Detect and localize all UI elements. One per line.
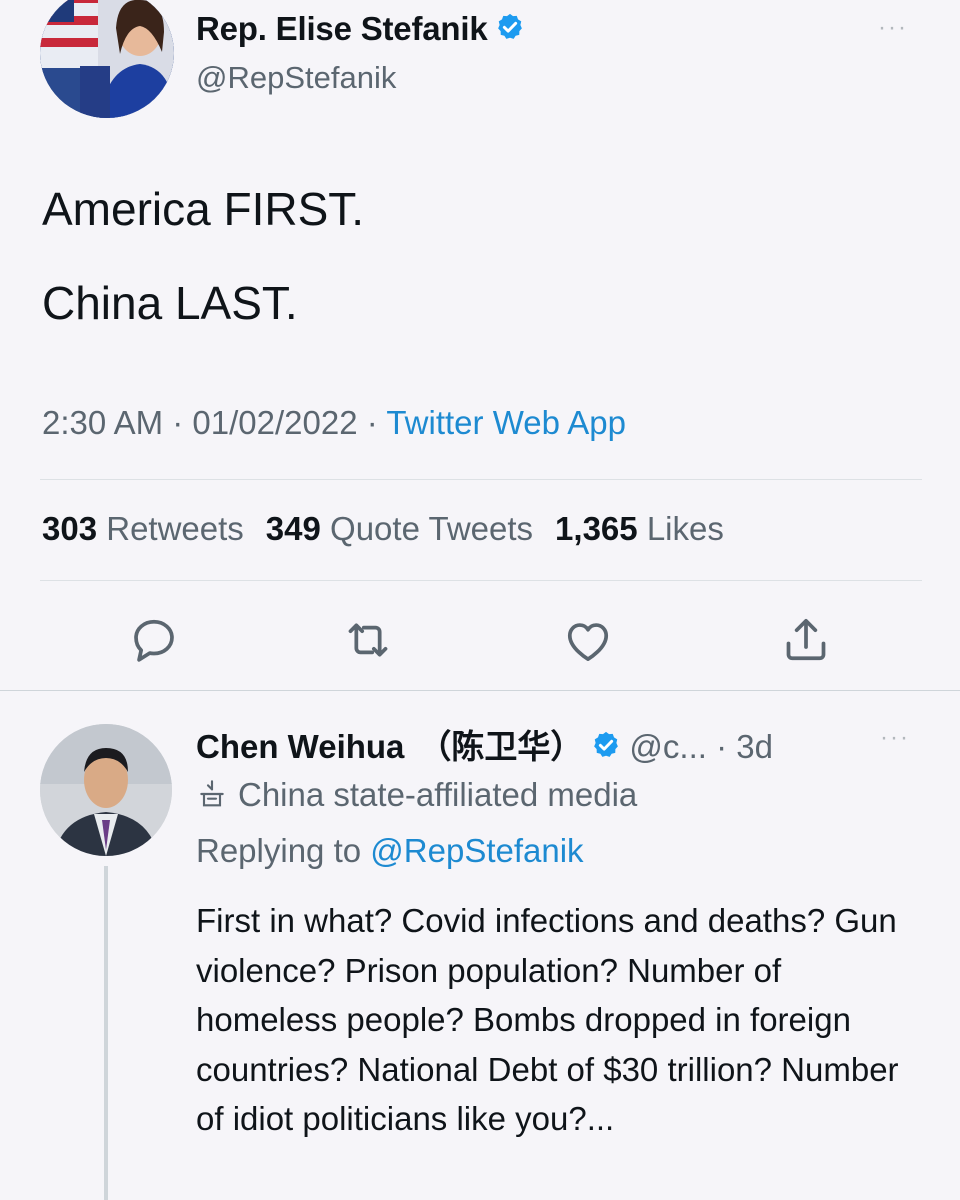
reply-author-avatar[interactable] [40, 724, 172, 856]
tweet-metadata: 2:30 AM · 01/02/2022 · Twitter Web App [42, 404, 626, 442]
verified-badge-icon [495, 12, 525, 50]
reply-time-separator: · [706, 728, 737, 765]
divider [40, 479, 922, 480]
author-name-text[interactable]: Rep. Elise Stefanik [196, 10, 488, 47]
tweet-time[interactable]: 2:30 AM [42, 404, 163, 441]
reply-header: Chen Weihua （陈卫华） @c... · 3d [196, 720, 773, 768]
reply-author-name-cn[interactable]: （陈卫华） [418, 728, 583, 765]
state-affiliated-label[interactable]: China state-affiliated media [196, 776, 637, 814]
share-button[interactable] [778, 612, 834, 668]
likes-stat[interactable]: 1,365 Likes [555, 510, 724, 547]
meta-separator: · [366, 404, 378, 441]
tweet-text-line-2: China LAST. [42, 277, 298, 329]
divider [40, 580, 922, 581]
reply-text: First in what? Covid infections and deat… [196, 902, 899, 1137]
reply-timestamp[interactable]: 3d [736, 728, 773, 765]
replying-to-prefix: Replying to [196, 832, 362, 869]
retweets-count: 303 [42, 510, 98, 547]
retweets-stat[interactable]: 303 Retweets [42, 510, 244, 547]
retweet-icon [348, 623, 388, 657]
reply-button[interactable] [126, 612, 182, 668]
author-handle[interactable]: @RepStefanik [196, 60, 396, 96]
tweet-text-line-1: America FIRST. [42, 183, 365, 235]
reply-author-name[interactable]: Chen Weihua [196, 728, 404, 765]
like-icon [567, 623, 609, 661]
replying-to-mention[interactable]: @RepStefanik [370, 832, 583, 869]
quotes-label: Quote Tweets [330, 510, 534, 547]
thread-line [104, 866, 108, 1200]
reply-author-handle[interactable]: @c... [629, 728, 707, 765]
avatar-photo [40, 0, 174, 118]
avatar-photo [40, 724, 172, 856]
verified-badge-icon [591, 730, 621, 768]
retweet-button[interactable] [340, 612, 396, 668]
likes-count: 1,365 [555, 510, 638, 547]
meta-separator: · [172, 404, 184, 441]
quotes-count: 349 [265, 510, 321, 547]
share-icon [786, 619, 826, 661]
quotes-stat[interactable]: 349 Quote Tweets [266, 510, 533, 547]
author-name[interactable]: Rep. Elise Stefanik [196, 10, 525, 50]
podium-icon [200, 780, 224, 807]
engagement-stats: 303 Retweets 349 Quote Tweets 1,365 Likes [42, 510, 724, 548]
tweet-source[interactable]: Twitter Web App [386, 404, 626, 441]
replying-to: Replying to @RepStefanik [196, 832, 584, 870]
author-avatar[interactable] [40, 0, 174, 118]
divider [0, 690, 960, 691]
retweets-label: Retweets [106, 510, 244, 547]
reply-icon [134, 619, 174, 662]
state-affiliated-text: China state-affiliated media [238, 776, 638, 813]
more-options-icon[interactable]: ··· [878, 14, 908, 42]
like-button[interactable] [560, 612, 616, 668]
more-options-icon[interactable]: ··· [880, 724, 910, 752]
tweet-date[interactable]: 01/02/2022 [192, 404, 357, 441]
likes-label: Likes [646, 510, 724, 547]
